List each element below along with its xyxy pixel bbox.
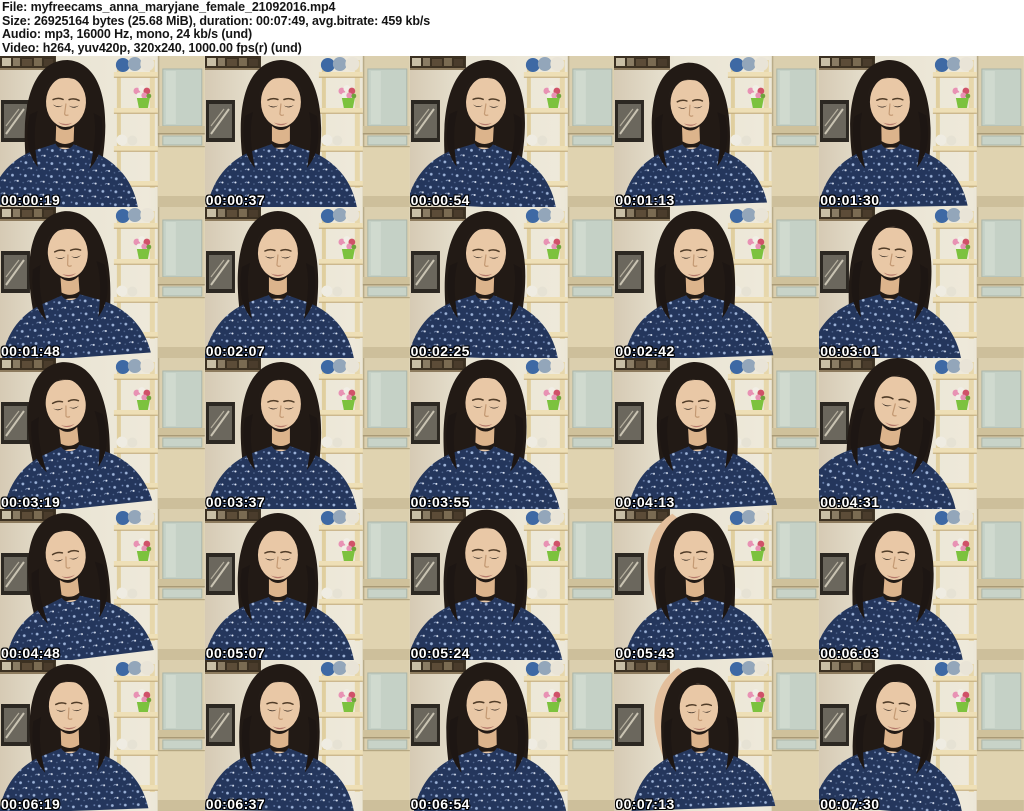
timestamp-overlay: 00:03:55 (410, 494, 470, 509)
video-frame-preview (204, 56, 410, 207)
timestamp-overlay: 00:02:07 (205, 343, 266, 358)
video-frame-preview (0, 207, 205, 358)
timestamp-overlay: 00:02:25 (410, 343, 470, 358)
video-frame-preview (204, 660, 410, 811)
timestamp-overlay: 00:07:30 (820, 796, 880, 811)
video-thumbnail: 00:03:19 (0, 358, 205, 509)
video-frame-preview (204, 509, 410, 660)
video-frame-preview (204, 207, 410, 358)
video-frame-preview (614, 207, 820, 358)
video-frame-preview (0, 358, 205, 509)
video-frame-preview (0, 660, 205, 811)
video-thumbnail: 00:07:13 (614, 660, 820, 811)
video-thumbnail: 00:00:37 (204, 56, 410, 207)
size-info-line: Size: 26925164 bytes (25.68 MiB), durati… (2, 13, 431, 28)
video-frame-preview (409, 207, 615, 358)
thumbnail-grid: 00:00:19 00:00:37 00:00:54 00:01:13 00:0… (0, 56, 1024, 811)
video-thumbnail: 00:04:31 (819, 358, 1024, 509)
timestamp-overlay: 00:04:31 (820, 494, 880, 509)
video-frame-preview (614, 56, 820, 207)
timestamp-overlay: 00:00:54 (410, 192, 470, 207)
video-frame-preview (819, 56, 1024, 207)
video-thumbnail: 00:02:25 (409, 207, 615, 358)
timestamp-overlay: 00:05:07 (205, 645, 266, 660)
timestamp-overlay: 00:06:54 (410, 796, 470, 811)
video-frame-preview (409, 358, 615, 509)
video-thumbnail: 00:06:03 (819, 509, 1024, 660)
video-thumbnail: 00:04:48 (0, 509, 205, 660)
video-info-line: Video: h264, yuv420p, 320x240, 1000.00 f… (2, 40, 302, 55)
video-thumbnail: 00:05:07 (204, 509, 410, 660)
video-thumbnail: 00:01:13 (614, 56, 820, 207)
video-thumbnail: 00:03:55 (409, 358, 615, 509)
timestamp-overlay: 00:06:19 (1, 796, 61, 811)
timestamp-overlay: 00:05:43 (615, 645, 675, 660)
video-thumbnail: 00:05:43 (614, 509, 820, 660)
video-contact-sheet: File: myfreecams_anna_maryjane_female_21… (0, 0, 1024, 811)
video-thumbnail: 00:06:37 (204, 660, 410, 811)
video-frame-preview (204, 358, 410, 509)
video-thumbnail: 00:01:30 (819, 56, 1024, 207)
video-thumbnail: 00:02:07 (204, 207, 410, 358)
video-frame-preview (819, 660, 1024, 811)
timestamp-overlay: 00:00:19 (1, 192, 61, 207)
metadata-header: File: myfreecams_anna_maryjane_female_21… (0, 0, 1024, 56)
video-thumbnail: 00:00:54 (409, 56, 615, 207)
video-frame-preview (614, 660, 820, 811)
timestamp-overlay: 00:01:13 (615, 192, 675, 207)
video-frame-preview (614, 358, 820, 509)
timestamp-overlay: 00:07:13 (615, 796, 675, 811)
video-thumbnail: 00:00:19 (0, 56, 205, 207)
audio-info-line: Audio: mp3, 16000 Hz, mono, 24 kb/s (und… (2, 27, 253, 42)
timestamp-overlay: 00:06:37 (205, 796, 266, 811)
video-frame-preview (614, 509, 820, 660)
video-thumbnail: 00:07:30 (819, 660, 1024, 811)
timestamp-overlay: 00:06:03 (820, 645, 880, 660)
video-frame-preview (409, 56, 615, 207)
timestamp-overlay: 00:02:42 (615, 343, 675, 358)
video-frame-preview (819, 358, 1024, 509)
timestamp-overlay: 00:00:37 (205, 192, 266, 207)
video-thumbnail: 00:04:13 (614, 358, 820, 509)
file-info-line: File: myfreecams_anna_maryjane_female_21… (2, 0, 336, 14)
video-frame-preview (819, 509, 1024, 660)
timestamp-overlay: 00:03:37 (205, 494, 266, 509)
timestamp-overlay: 00:04:48 (1, 645, 61, 660)
timestamp-overlay: 00:03:01 (820, 343, 880, 358)
video-frame-preview (409, 660, 615, 811)
timestamp-overlay: 00:01:48 (1, 343, 61, 358)
video-frame-preview (0, 509, 205, 660)
video-thumbnail: 00:02:42 (614, 207, 820, 358)
video-thumbnail: 00:03:37 (204, 358, 410, 509)
video-thumbnail: 00:03:01 (819, 207, 1024, 358)
video-thumbnail: 00:01:48 (0, 207, 205, 358)
timestamp-overlay: 00:01:30 (820, 192, 880, 207)
timestamp-overlay: 00:04:13 (615, 494, 675, 509)
timestamp-overlay: 00:05:24 (410, 645, 470, 660)
video-frame-preview (409, 509, 615, 660)
video-thumbnail: 00:05:24 (409, 509, 615, 660)
video-frame-preview (819, 207, 1024, 358)
video-thumbnail: 00:06:19 (0, 660, 205, 811)
video-thumbnail: 00:06:54 (409, 660, 615, 811)
video-frame-preview (0, 56, 205, 207)
timestamp-overlay: 00:03:19 (1, 494, 61, 509)
